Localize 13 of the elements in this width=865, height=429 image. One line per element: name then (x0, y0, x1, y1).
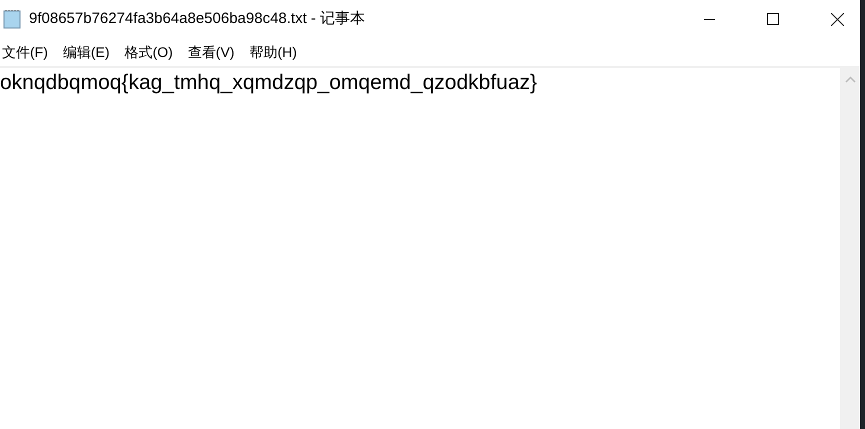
menu-item[interactable]: 编辑(E) (60, 42, 112, 62)
menu-item[interactable]: 查看(V) (186, 42, 236, 62)
maximize-icon (767, 13, 779, 25)
vertical-scrollbar[interactable] (840, 68, 860, 429)
menu-item[interactable]: 文件(F) (0, 42, 50, 62)
notepad-icon (3, 9, 21, 29)
close-icon (830, 12, 844, 26)
text-area[interactable]: oknqdbqmoq{kag_tmhq_xqmdzqp_omqemd_qzodkbfuaz} (0, 68, 840, 429)
scroll-up-icon[interactable] (844, 76, 856, 83)
menu-item[interactable]: 帮助(H) (247, 42, 299, 62)
menu-item[interactable]: 格式(O) (122, 42, 175, 62)
minimize-icon (704, 18, 714, 20)
window-title: 9f08657b76274fa3b64a8e506ba98c48.txt - 记事本 (29, 8, 366, 29)
